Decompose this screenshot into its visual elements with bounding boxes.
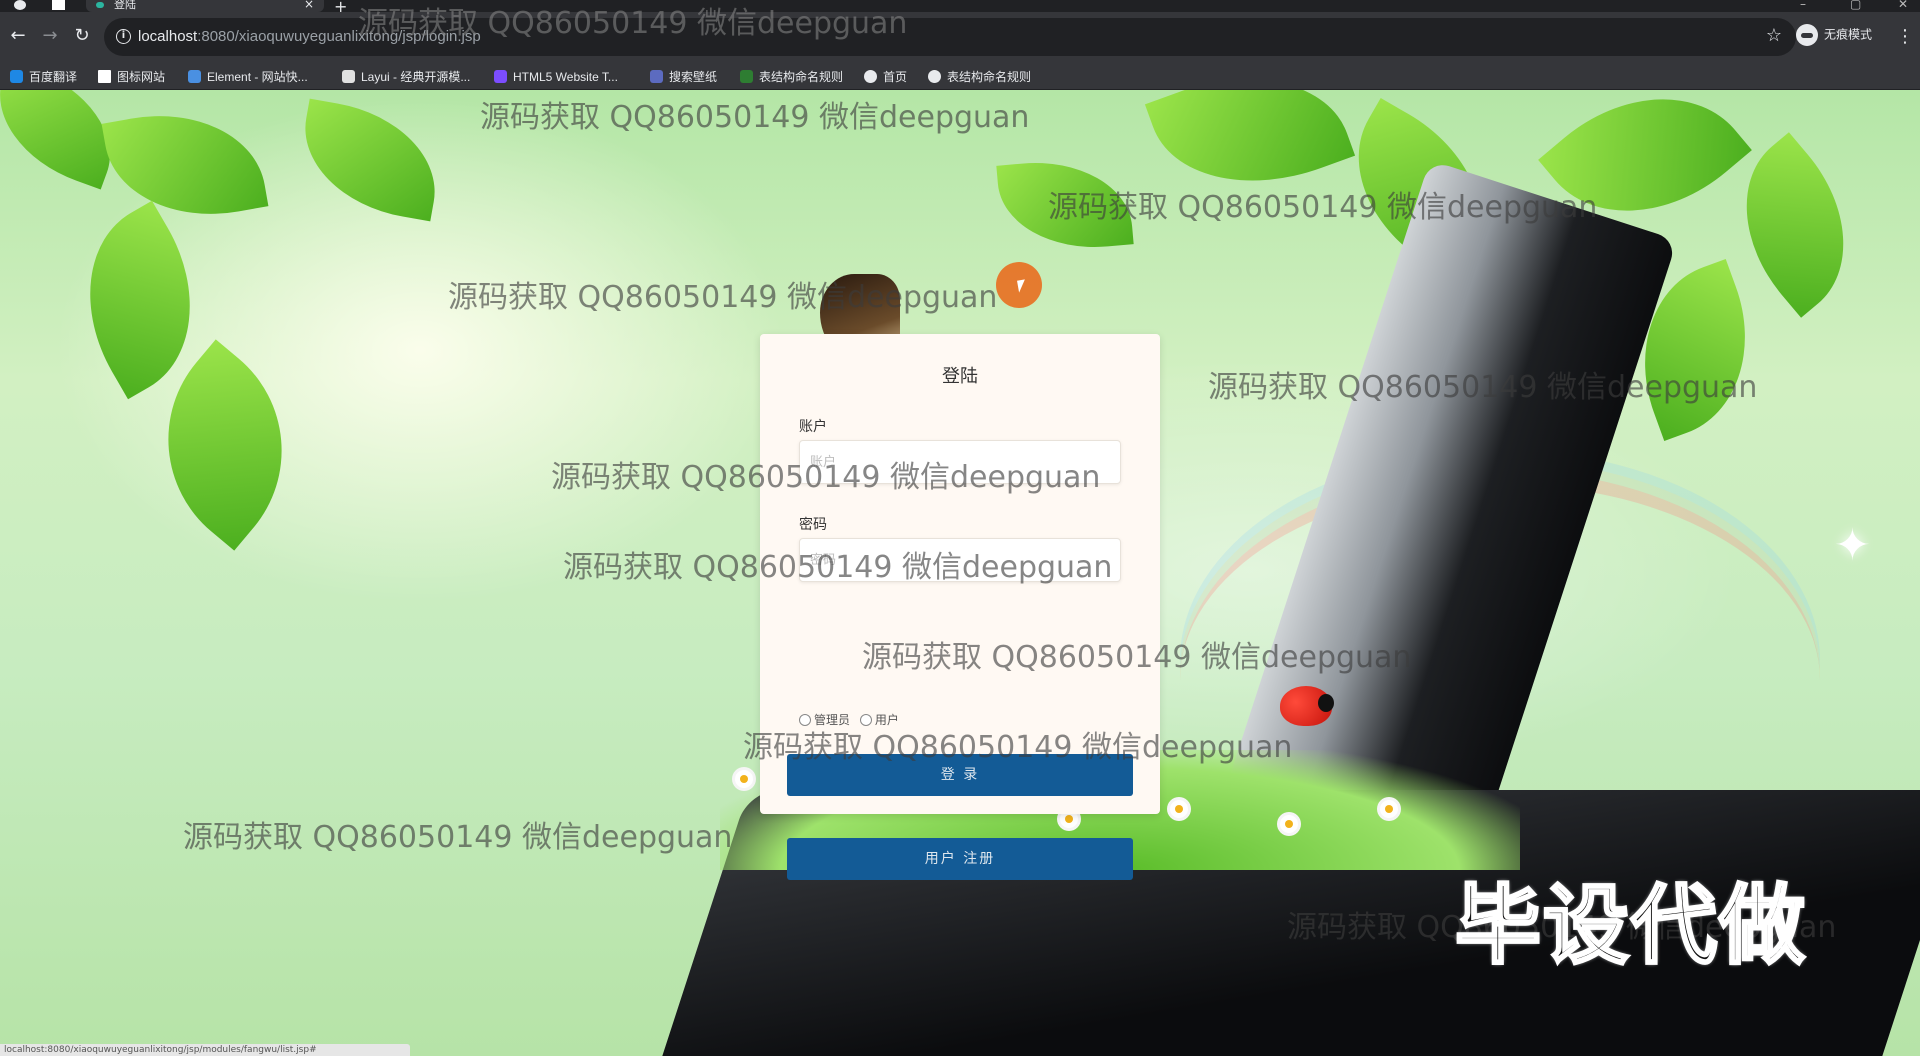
watermark-text: 源码获取 QQ86050149 微信deepguan <box>1208 370 1758 405</box>
bookmark-favicon-icon <box>10 70 23 83</box>
bookmark-label: 搜索壁纸 <box>669 70 718 84</box>
watermark-text: 源码获取 QQ86050149 微信deepguan <box>448 280 998 315</box>
window-icon[interactable] <box>52 0 65 10</box>
bookmark-favicon-icon <box>188 70 201 83</box>
bookmark-label: 首页 <box>883 70 908 84</box>
menu-dots-icon[interactable]: ⋮ <box>1896 26 1914 47</box>
promo-stamp: 毕设代做 <box>1454 875 1807 978</box>
bookmark-favicon-icon <box>494 70 507 83</box>
bookmark-label: 表结构命名规则 <box>947 70 1032 84</box>
chrome-logo-icon <box>14 0 26 10</box>
incognito-indicator[interactable]: 无痕模式 <box>1796 24 1872 46</box>
bookmark-label: 图标网站 <box>117 70 166 84</box>
watermark-text: 源码获取 QQ86050149 微信deepguan <box>551 460 1101 495</box>
watermark-text: 源码获取 QQ86050149 微信deepguan <box>183 820 733 855</box>
bookmark-item[interactable]: Element - 网站快... <box>188 68 308 86</box>
sparkle-decoration: ✦ <box>1834 520 1871 571</box>
flower-decoration <box>735 770 753 788</box>
browser-toolbar: ← → ↻ i localhost:8080/xiaoquwuyeguanlix… <box>0 12 1920 64</box>
watermark-text: 源码获取 QQ86050149 微信deepguan <box>563 550 1113 585</box>
account-label: 账户 <box>799 419 827 435</box>
bookmark-favicon-icon <box>740 70 753 83</box>
leaf-decoration <box>292 98 448 222</box>
watermark-text: 源码获取 QQ86050149 微信deepguan <box>743 730 1293 765</box>
flower-decoration <box>1170 800 1188 818</box>
bookmark-favicon-icon <box>650 70 663 83</box>
bookmark-favicon-icon <box>98 70 111 83</box>
bookmark-favicon-icon <box>342 70 355 83</box>
incognito-icon <box>1796 24 1818 46</box>
watermark-text: 源码获取 QQ86050149 微信deepguan <box>480 100 1030 135</box>
flower-decoration <box>1280 815 1298 833</box>
bookmark-item[interactable]: HTML5 Website T... <box>494 68 618 86</box>
register-button[interactable]: 用户 注册 <box>787 838 1133 880</box>
tab-close-icon[interactable]: × <box>304 0 314 10</box>
tab-login[interactable]: 登陆 × <box>86 0 324 12</box>
maximize-icon[interactable]: ▢ <box>1850 0 1861 11</box>
bookmark-item[interactable]: 表结构命名规则 <box>740 68 843 86</box>
reload-icon[interactable]: ↻ <box>72 26 92 46</box>
incognito-label: 无痕模式 <box>1824 27 1873 42</box>
forward-icon[interactable]: → <box>40 26 60 46</box>
bookmark-item[interactable]: 搜索壁纸 <box>650 68 717 86</box>
bookmarks-bar: 百度翻译 图标网站 Element - 网站快... Layui - 经典开源模… <box>0 64 1920 90</box>
ladybug-decoration <box>1280 686 1334 726</box>
bookmark-label: HTML5 Website T... <box>513 70 618 84</box>
status-bar-url: localhost:8080/xiaoquwuyeguanlixitong/js… <box>0 1044 410 1056</box>
bookmark-item[interactable]: Layui - 经典开源模... <box>342 68 470 86</box>
bookmark-star-icon[interactable]: ☆ <box>1766 25 1782 46</box>
bookmark-label: Layui - 经典开源模... <box>361 70 471 84</box>
bookmark-label: Element - 网站快... <box>207 70 308 84</box>
watermark-text: 源码获取 QQ86050149 微信deepguan <box>862 640 1412 675</box>
bookmark-favicon-icon <box>928 70 941 83</box>
watermark-text: 源码获取 QQ86050149 微信deepguan <box>1048 190 1598 225</box>
login-title: 登陆 <box>942 366 978 387</box>
minimize-icon[interactable]: – <box>1800 0 1806 11</box>
tab-favicon-icon <box>96 2 104 8</box>
site-info-icon[interactable]: i <box>116 29 131 44</box>
bookmark-item[interactable]: 百度翻译 <box>10 68 77 86</box>
bookmark-label: 百度翻译 <box>29 70 78 84</box>
url-host: localhost <box>138 28 198 45</box>
close-window-icon[interactable]: ✕ <box>1898 0 1908 11</box>
tab-strip: 登陆 × + – ▢ ✕ <box>0 0 1920 16</box>
bookmark-item[interactable]: 首页 <box>864 68 907 86</box>
watermark-text: 源码获取 QQ86050149 微信deepguan <box>358 6 908 41</box>
flower-decoration <box>1380 800 1398 818</box>
bookmark-label: 表结构命名规则 <box>759 70 844 84</box>
leaf-decoration <box>101 97 269 233</box>
back-icon[interactable]: ← <box>8 26 28 46</box>
bookmark-item[interactable]: 表结构命名规则 <box>928 68 1031 86</box>
password-label: 密码 <box>799 517 827 533</box>
bookmark-item[interactable]: 图标网站 <box>98 68 165 86</box>
tab-title: 登陆 <box>114 0 136 11</box>
bookmark-favicon-icon <box>864 70 877 83</box>
